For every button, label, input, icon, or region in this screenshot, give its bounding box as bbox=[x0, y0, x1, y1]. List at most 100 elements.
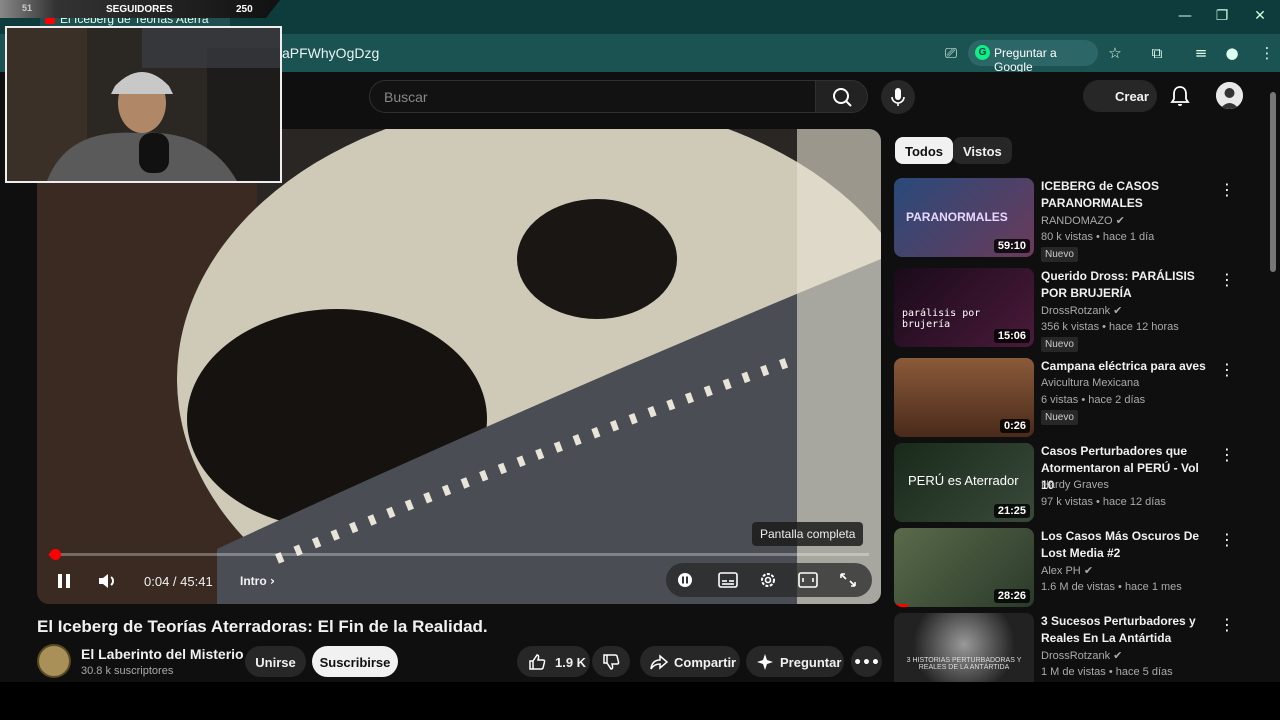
rec-channel[interactable]: DrossRotzank ✔ bbox=[1041, 649, 1122, 662]
verified-icon: ✔ bbox=[1113, 305, 1123, 317]
page-scrollbar[interactable] bbox=[1270, 92, 1276, 272]
video-thumbnail[interactable]: PARANORMALES 59:10 bbox=[894, 178, 1034, 257]
rec-channel[interactable]: Hardy Graves bbox=[1041, 479, 1109, 491]
more-vertical-icon[interactable]: ⋮ bbox=[1219, 270, 1235, 289]
more-vertical-icon[interactable]: ⋮ bbox=[1219, 180, 1235, 199]
thumbnail-text: PARANORMALES bbox=[906, 210, 1008, 224]
fullscreen-tooltip: Pantalla completa bbox=[752, 522, 864, 546]
extensions-icon[interactable]: ⧉ bbox=[1146, 42, 1168, 64]
verified-icon: ✔ bbox=[1115, 215, 1125, 227]
video-thumbnail[interactable]: PERÚ es Aterrador 21:25 bbox=[894, 443, 1034, 522]
rec-channel[interactable]: Alex PH ✔ bbox=[1041, 564, 1093, 577]
rec-meta: 356 k vistas • hace 12 horas bbox=[1041, 321, 1179, 333]
verified-icon: ✔ bbox=[1083, 565, 1094, 577]
chip-label: Vistos bbox=[963, 144, 1002, 159]
rec-channel[interactable]: DrossRotzank ✔ bbox=[1041, 304, 1122, 317]
subscriber-count: 30.8 k suscriptores bbox=[81, 665, 174, 677]
like-button[interactable]: 1.9 K bbox=[517, 646, 590, 677]
rec-channel[interactable]: Avicultura Mexicana bbox=[1041, 377, 1139, 389]
rec-title[interactable]: Campana eléctrica para aves bbox=[1041, 358, 1209, 375]
video-title: El Iceberg de Teorías Aterradoras: El Fi… bbox=[37, 617, 488, 636]
list-item[interactable]: PARANORMALES 59:10 ICEBERG de CASOS PARA… bbox=[894, 178, 1264, 262]
video-thumbnail[interactable]: 3 HISTORIAS PERTURBADORAS Y REALES DE LA… bbox=[894, 613, 1034, 692]
more-vertical-icon[interactable]: ⋮ bbox=[1219, 530, 1235, 549]
minimize-icon[interactable]: — bbox=[1175, 8, 1195, 24]
voice-search-button[interactable] bbox=[881, 80, 915, 114]
search-icon bbox=[833, 88, 852, 107]
sparkle-icon bbox=[757, 654, 773, 670]
account-avatar[interactable] bbox=[1216, 82, 1243, 109]
list-item[interactable]: parálisis por brujería 15:06 Querido Dro… bbox=[894, 268, 1264, 352]
autoplay-toggle-icon[interactable] bbox=[676, 571, 694, 589]
webcam-overlay bbox=[5, 26, 282, 183]
list-item[interactable]: PERÚ es Aterrador 21:25 Casos Perturbado… bbox=[894, 443, 1264, 525]
video-thumbnail[interactable]: 28:26 bbox=[894, 528, 1034, 607]
new-badge: Nuevo bbox=[1041, 247, 1078, 262]
new-badge: Nuevo bbox=[1041, 410, 1078, 425]
rec-channel[interactable]: RANDOMAZO ✔ bbox=[1041, 214, 1125, 227]
webcam-feed bbox=[7, 28, 280, 181]
video-player[interactable]: 0:04 / 45:41 Intro › Pantalla completa bbox=[37, 129, 881, 604]
video-thumbnail[interactable]: parálisis por brujería 15:06 bbox=[894, 268, 1034, 347]
settings-gear-icon[interactable] bbox=[758, 570, 778, 590]
rec-title[interactable]: Los Casos Más Oscuros De Lost Media #2 bbox=[1041, 528, 1209, 562]
search-button[interactable] bbox=[815, 80, 868, 113]
channel-avatar[interactable] bbox=[37, 644, 71, 678]
cast-icon[interactable]: ⎚ bbox=[940, 42, 962, 64]
maximize-icon[interactable]: ❐ bbox=[1212, 8, 1232, 24]
browser-menu-icon[interactable]: ⋮ bbox=[1256, 42, 1278, 64]
create-button[interactable]: Crear bbox=[1083, 80, 1157, 112]
profile-icon[interactable]: ● bbox=[1221, 42, 1243, 64]
rec-channel-name: Alex PH bbox=[1041, 565, 1081, 577]
ask-button[interactable]: Preguntar bbox=[746, 646, 844, 677]
more-vertical-icon[interactable]: ⋮ bbox=[1219, 360, 1235, 379]
followers-label: SEGUIDORES bbox=[106, 4, 173, 15]
duration-badge: 59:10 bbox=[993, 239, 1030, 253]
video-thumbnail[interactable]: 0:26 bbox=[894, 358, 1034, 437]
stream-overlay-bar: 51 SEGUIDORES 250 bbox=[0, 0, 280, 18]
more-vertical-icon[interactable]: ⋮ bbox=[1219, 445, 1235, 464]
theater-mode-icon[interactable] bbox=[798, 571, 818, 589]
dislike-button[interactable] bbox=[592, 646, 630, 677]
media-controls-icon[interactable]: ≡ bbox=[1190, 42, 1212, 64]
thumbnail-text: parálisis por brujería bbox=[902, 308, 981, 330]
more-vertical-icon[interactable]: ⋮ bbox=[1219, 615, 1235, 634]
join-button[interactable]: Unirse bbox=[245, 646, 306, 677]
url-field[interactable]: aPFWhyOgDzg bbox=[282, 45, 379, 61]
rec-title[interactable]: 3 Sucesos Perturbadores y Reales En La A… bbox=[1041, 613, 1209, 647]
progress-scrubber[interactable] bbox=[50, 549, 61, 560]
close-icon[interactable]: ✕ bbox=[1250, 8, 1270, 24]
fullscreen-icon[interactable] bbox=[838, 571, 858, 589]
more-actions-button[interactable]: ••• bbox=[851, 646, 882, 677]
search-input[interactable]: Buscar bbox=[369, 80, 816, 113]
channel-name[interactable]: El Laberinto del Misterio bbox=[81, 646, 244, 662]
progress-track[interactable] bbox=[49, 553, 869, 556]
duration-badge: 15:06 bbox=[993, 329, 1030, 343]
chip-vistos[interactable]: Vistos bbox=[953, 137, 1012, 164]
share-label: Compartir bbox=[674, 655, 737, 670]
volume-icon[interactable] bbox=[95, 569, 119, 593]
thumbnail-text: PERÚ es Aterrador bbox=[908, 473, 1019, 488]
rec-title[interactable]: Querido Dross: PARÁLISIS POR BRUJERÍA bbox=[1041, 268, 1209, 302]
list-item[interactable]: 0:26 Campana eléctrica para aves Avicult… bbox=[894, 358, 1264, 440]
rec-meta: 6 vistas • hace 2 días bbox=[1041, 394, 1146, 406]
ask-google-button[interactable]: G Preguntar a Google bbox=[968, 40, 1098, 74]
chip-todos[interactable]: Todos bbox=[895, 137, 954, 164]
subtitles-icon[interactable] bbox=[718, 571, 738, 589]
rec-channel-name: DrossRotzank bbox=[1041, 650, 1111, 662]
list-item[interactable]: 28:26 Los Casos Más Oscuros De Lost Medi… bbox=[894, 528, 1264, 610]
subscribe-button[interactable]: Suscribirse bbox=[312, 646, 398, 677]
rec-title[interactable]: ICEBERG de CASOS PARANORMALES bbox=[1041, 178, 1209, 212]
ask-google-label: Preguntar a Google bbox=[994, 46, 1057, 74]
time-display: 0:04 / 45:41 bbox=[144, 574, 213, 589]
notifications-bell-icon[interactable] bbox=[1168, 84, 1192, 108]
subscribe-label: Suscribirse bbox=[319, 655, 391, 670]
chapter-button[interactable]: Intro › bbox=[240, 574, 275, 588]
rec-meta: 80 k vistas • hace 1 día bbox=[1041, 231, 1155, 243]
microphone-icon bbox=[891, 88, 905, 106]
bookmark-star-icon[interactable]: ☆ bbox=[1104, 42, 1126, 64]
thumbnail-text: 3 HISTORIAS PERTURBADORAS Y REALES DE LA… bbox=[906, 657, 1022, 671]
player-right-controls bbox=[666, 563, 872, 597]
share-button[interactable]: Compartir bbox=[640, 646, 740, 677]
pause-icon[interactable] bbox=[54, 569, 74, 593]
